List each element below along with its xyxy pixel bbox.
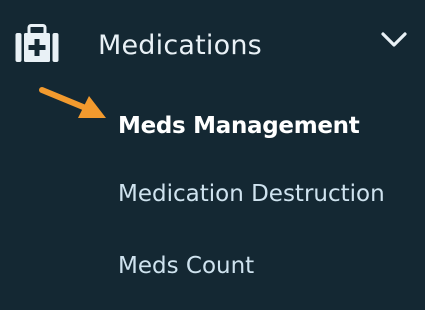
medications-section-header[interactable]: Medications bbox=[0, 0, 425, 92]
sidebar-item-label: Medication Destruction bbox=[118, 181, 385, 207]
sidebar-item-medication-destruction[interactable]: Medication Destruction bbox=[0, 166, 425, 222]
sidebar-item-label: Meds Count bbox=[118, 253, 255, 279]
sidebar-item-meds-management[interactable]: Meds Management bbox=[0, 98, 425, 154]
chevron-down-icon[interactable] bbox=[378, 28, 410, 52]
sidebar-item-meds-count[interactable]: Meds Count bbox=[0, 238, 425, 294]
section-title: Medications bbox=[98, 30, 262, 61]
medkit-icon bbox=[14, 24, 60, 64]
sidebar-item-label: Meds Management bbox=[118, 113, 360, 139]
sidebar-panel: Medications Meds Management Medication D… bbox=[0, 0, 425, 310]
